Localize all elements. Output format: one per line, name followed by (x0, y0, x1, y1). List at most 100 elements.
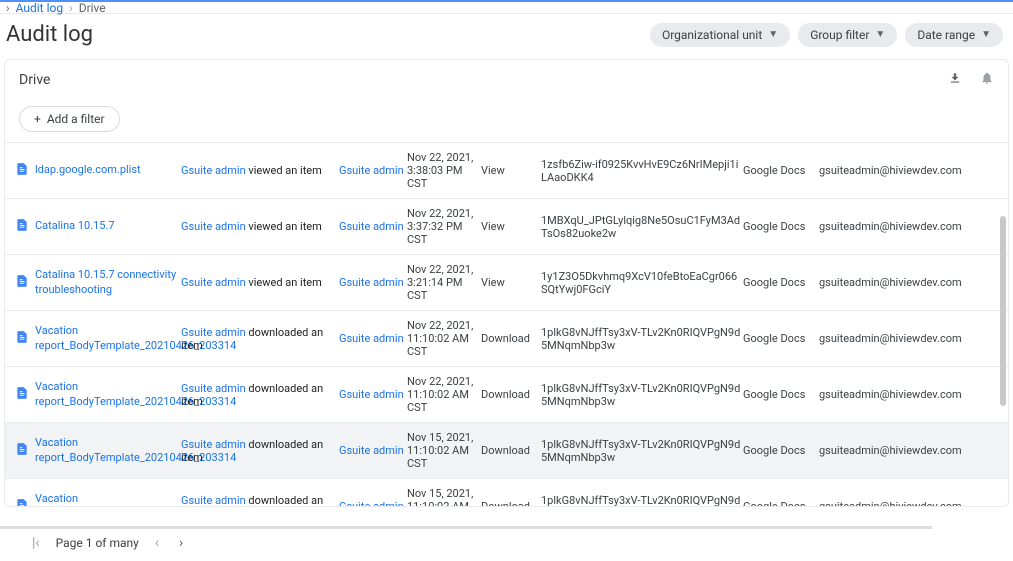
user-link[interactable]: Gsuite admin (339, 332, 404, 345)
description-cell: Gsuite admin viewed an item (181, 276, 339, 289)
table-row[interactable]: Vacation report_BodyTemplate_20210426_20… (5, 478, 1008, 506)
owner-cell: gsuiteadmin@hiviewdev.com (819, 444, 969, 457)
breadcrumb-audit-log[interactable]: Audit log (16, 1, 63, 15)
card-header: Drive (5, 60, 1008, 100)
breadcrumb: › Audit log › Drive (0, 0, 1013, 14)
owner-cell: gsuiteadmin@hiviewdev.com (819, 164, 969, 177)
actor-link[interactable]: Gsuite admin (181, 438, 246, 451)
owner-cell: gsuiteadmin@hiviewdev.com (819, 220, 969, 233)
user-cell: Gsuite admin (339, 500, 407, 506)
user-link[interactable]: Gsuite admin (339, 444, 404, 457)
download-icon[interactable] (948, 70, 962, 90)
chevron-down-icon: ▼ (875, 29, 885, 40)
owner-cell: gsuiteadmin@hiviewdev.com (819, 276, 969, 289)
description-cell: Gsuite admin downloaded an item (181, 382, 339, 408)
table-row[interactable]: Vacation report_BodyTemplate_20210426_20… (5, 422, 1008, 478)
user-link[interactable]: Gsuite admin (339, 500, 404, 506)
pager: |‹ Page 1 of many ‹ › (20, 529, 195, 557)
event-cell: Download (481, 500, 541, 506)
plus-icon: + (34, 112, 41, 126)
org-unit-filter[interactable]: Organizational unit ▼ (650, 23, 790, 47)
add-filter-button[interactable]: + Add a filter (19, 106, 120, 132)
page-header: Audit log Organizational unit ▼ Group fi… (0, 14, 1013, 57)
docs-file-icon (15, 497, 29, 506)
doc-type-cell: Google Docs (743, 444, 819, 457)
date-cell: Nov 15, 2021, 11:10:02 AM CST (407, 487, 481, 506)
docs-file-icon (15, 217, 29, 236)
document-id-cell: 1plkG8vNJffTsy3xV-TLv2Kn0RIQVPgN9d5MNqmN… (541, 326, 743, 352)
actor-link[interactable]: Gsuite admin (181, 494, 246, 507)
event-cell: View (481, 164, 541, 177)
user-link[interactable]: Gsuite admin (339, 388, 404, 401)
date-cell: Nov 22, 2021, 11:10:02 AM CST (407, 319, 481, 358)
audit-table[interactable]: ldap.google.com.plist Gsuite admin viewed… (5, 142, 1008, 506)
actor-link[interactable]: Gsuite admin (181, 164, 246, 177)
description-tail: viewed an item (246, 164, 322, 177)
org-unit-label: Organizational unit (662, 28, 762, 42)
doc-type-cell: Google Docs (743, 276, 819, 289)
pager-text: Page 1 of many (56, 536, 139, 550)
date-cell: Nov 22, 2021, 11:10:02 AM CST (407, 375, 481, 414)
owner-cell: gsuiteadmin@hiviewdev.com (819, 388, 969, 401)
event-cell: Download (481, 332, 541, 345)
pager-first[interactable]: |‹ (28, 535, 44, 551)
docs-file-icon (15, 329, 29, 348)
card-title: Drive (19, 72, 948, 88)
date-range-label: Date range (917, 28, 975, 42)
doc-type-cell: Google Docs (743, 388, 819, 401)
document-link[interactable]: Catalina 10.15.7 connectivity troublesho… (35, 268, 181, 297)
actor-link[interactable]: Gsuite admin (181, 220, 246, 233)
header-filters: Organizational unit ▼ Group filter ▼ Dat… (650, 23, 1003, 47)
doc-type-cell: Google Docs (743, 500, 819, 506)
user-link[interactable]: Gsuite admin (339, 276, 404, 289)
event-cell: View (481, 220, 541, 233)
owner-cell: gsuiteadmin@hiviewdev.com (819, 332, 969, 345)
user-cell: Gsuite admin (339, 164, 407, 177)
add-filter-row: + Add a filter (5, 100, 1008, 142)
description-cell: Gsuite admin viewed an item (181, 164, 339, 177)
document-id-cell: 1plkG8vNJffTsy3xV-TLv2Kn0RIQVPgN9d5MNqmN… (541, 382, 743, 408)
table-row[interactable]: ldap.google.com.plist Gsuite admin viewed… (5, 142, 1008, 198)
actor-link[interactable]: Gsuite admin (181, 326, 246, 339)
group-filter[interactable]: Group filter ▼ (798, 23, 897, 47)
actor-link[interactable]: Gsuite admin (181, 382, 246, 395)
table-row[interactable]: Catalina 10.15.7 connectivity troublesho… (5, 254, 1008, 310)
date-range-filter[interactable]: Date range ▼ (905, 23, 1003, 47)
user-link[interactable]: Gsuite admin (339, 220, 404, 233)
description-tail: viewed an item (246, 220, 322, 233)
doc-type-cell: Google Docs (743, 220, 819, 233)
actor-link[interactable]: Gsuite admin (181, 276, 246, 289)
chevron-down-icon: ▼ (768, 29, 778, 40)
event-cell: Download (481, 444, 541, 457)
audit-card: Drive + Add a filter ldap.google.com.pli… (4, 59, 1009, 507)
user-link[interactable]: Gsuite admin (339, 164, 404, 177)
date-cell: Nov 15, 2021, 11:10:02 AM CST (407, 431, 481, 470)
table-row[interactable]: Vacation report_BodyTemplate_20210426_20… (5, 310, 1008, 366)
event-cell: View (481, 276, 541, 289)
description-tail: viewed an item (246, 276, 322, 289)
bell-icon[interactable] (980, 70, 994, 90)
pager-next[interactable]: › (175, 535, 187, 551)
bell-svg (980, 70, 994, 86)
scrollbar[interactable] (1000, 216, 1006, 406)
date-cell: Nov 22, 2021, 3:21:14 PM CST (407, 263, 481, 302)
breadcrumb-current: Drive (79, 1, 106, 15)
description-cell: Gsuite admin downloaded an item (181, 494, 339, 507)
chevron-down-icon: ▼ (981, 29, 991, 40)
document-id-cell: 1MBXqU_JPtGLylqig8Ne5OsuC1FyM3AdTsOs82uo… (541, 214, 743, 240)
add-filter-label: Add a filter (47, 112, 105, 126)
pager-prev[interactable]: ‹ (151, 535, 163, 551)
user-cell: Gsuite admin (339, 332, 407, 345)
date-cell: Nov 22, 2021, 3:38:03 PM CST (407, 151, 481, 190)
table-row[interactable]: Catalina 10.15.7 Gsuite admin viewed an i… (5, 198, 1008, 254)
docs-file-icon (15, 273, 29, 292)
document-link[interactable]: Catalina 10.15.7 (35, 219, 115, 233)
docs-file-icon (15, 441, 29, 460)
table-row[interactable]: Vacation report_BodyTemplate_20210426_20… (5, 366, 1008, 422)
user-cell: Gsuite admin (339, 220, 407, 233)
doc-type-cell: Google Docs (743, 332, 819, 345)
event-cell: Download (481, 388, 541, 401)
user-cell: Gsuite admin (339, 388, 407, 401)
breadcrumb-root-sep: › (6, 1, 10, 15)
document-link[interactable]: ldap.google.com.plist (35, 163, 141, 177)
